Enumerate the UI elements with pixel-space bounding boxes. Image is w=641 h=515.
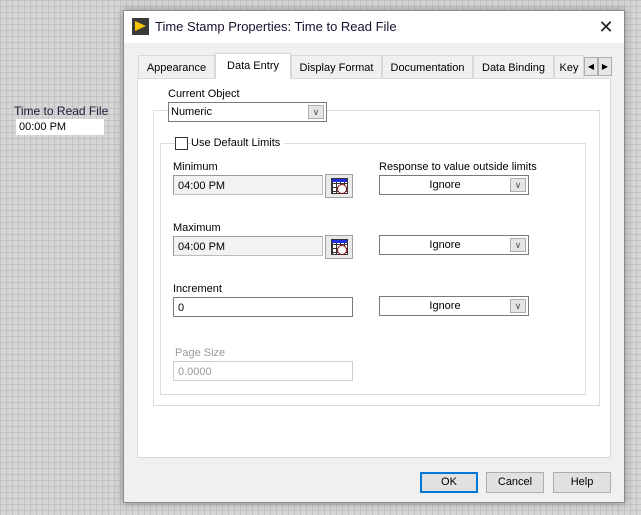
minimum-time-browse-button[interactable] (325, 174, 353, 198)
tab-scroll-left-icon[interactable]: ◀ (584, 57, 598, 76)
chevron-down-icon: ∨ (308, 105, 324, 119)
cancel-button[interactable]: Cancel (486, 472, 544, 493)
tab-data-binding[interactable]: Data Binding (473, 55, 554, 78)
response-increment-select[interactable]: Ignore ∨ (379, 296, 529, 316)
response-increment-value: Ignore (429, 300, 461, 312)
use-default-limits-label: Use Default Limits (191, 137, 285, 149)
use-default-limits-checkbox[interactable] (175, 137, 188, 150)
tab-data-entry[interactable]: Data Entry (215, 53, 291, 79)
current-object-value: Numeric (171, 106, 212, 118)
properties-dialog: Time Stamp Properties: Time to Read File… (123, 10, 625, 503)
maximum-time-browse-button[interactable] (325, 235, 353, 259)
tab-documentation[interactable]: Documentation (382, 55, 473, 78)
minimum-field[interactable]: 04:00 PM (173, 175, 323, 195)
response-label: Response to value outside limits (379, 161, 537, 173)
clock-icon (337, 184, 347, 194)
data-entry-panel: Current Object Numeric ∨ Use Default Lim… (137, 78, 611, 458)
current-object-select[interactable]: Numeric ∨ (168, 102, 327, 122)
current-object-label: Current Object (168, 88, 240, 100)
minimum-label: Minimum (173, 161, 218, 173)
ok-button[interactable]: OK (420, 472, 478, 493)
title-bar: Time Stamp Properties: Time to Read File… (124, 11, 624, 43)
response-minimum-value: Ignore (429, 179, 461, 191)
help-button[interactable]: Help (553, 472, 611, 493)
tab-display-format[interactable]: Display Format (291, 55, 382, 78)
increment-field[interactable]: 0 (173, 297, 353, 317)
chevron-down-icon: ∨ (510, 299, 526, 313)
response-maximum-select[interactable]: Ignore ∨ (379, 235, 529, 255)
page-size-field: 0.0000 (173, 361, 353, 381)
time-stamp-control[interactable]: 00:00 PM (16, 119, 104, 135)
chevron-down-icon: ∨ (510, 238, 526, 252)
tab-appearance[interactable]: Appearance (138, 55, 215, 78)
maximum-field[interactable]: 04:00 PM (173, 236, 323, 256)
response-minimum-select[interactable]: Ignore ∨ (379, 175, 529, 195)
maximum-label: Maximum (173, 222, 221, 234)
dialog-title: Time Stamp Properties: Time to Read File (155, 19, 397, 34)
page-size-label: Page Size (175, 347, 226, 359)
close-icon[interactable]: ✕ (594, 15, 618, 39)
chevron-down-icon: ∨ (510, 178, 526, 192)
labview-logo-icon (132, 18, 149, 35)
increment-label: Increment (173, 283, 222, 295)
front-panel-label: Time to Read File (14, 104, 109, 118)
tab-scroll-right-icon[interactable]: ▶ (598, 57, 612, 76)
response-maximum-value: Ignore (429, 239, 461, 251)
clock-icon (337, 245, 347, 255)
tab-key[interactable]: Key (554, 55, 584, 78)
